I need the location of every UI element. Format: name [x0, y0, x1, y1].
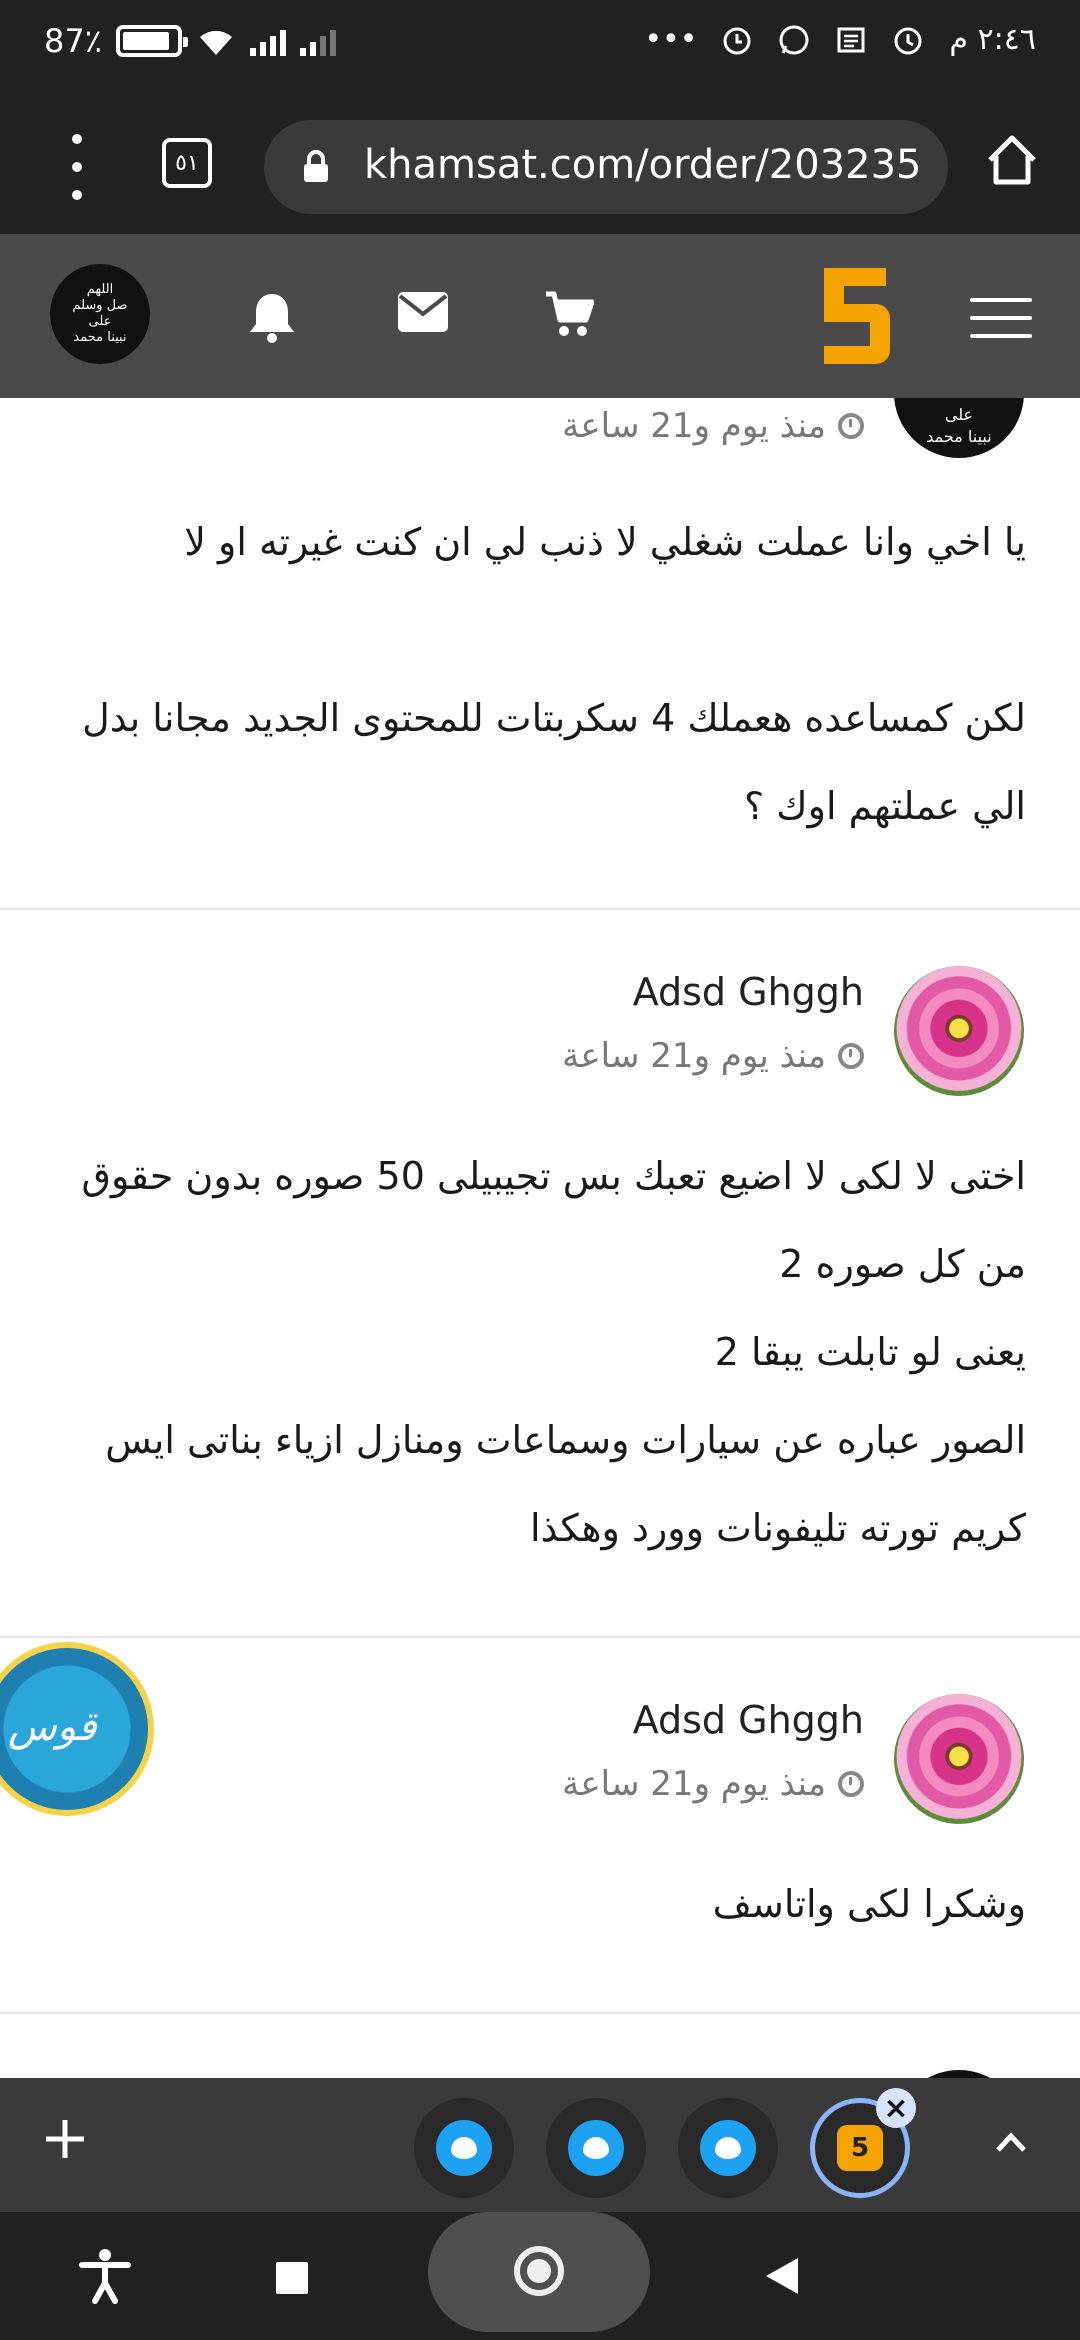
- alarm-icon: [723, 27, 751, 54]
- comment-line: من كل صوره 2: [779, 1242, 1026, 1286]
- new-tab-icon[interactable]: [44, 2118, 86, 2160]
- khamsat-logo-icon[interactable]: [818, 264, 892, 366]
- hamburger-menu-icon[interactable]: [970, 298, 1032, 338]
- comment-time-text: منذ يوم و21 ساعة: [562, 1764, 826, 1804]
- bottom-tab-strip: 5: [0, 2078, 1080, 2212]
- comment-item: Adsd Ghggh منذ يوم و21 ساعة وشكرا لكى وا…: [0, 1640, 1080, 2014]
- system-nav-bar: [0, 2212, 1080, 2340]
- avatar-line: نبينا محمد: [926, 427, 992, 446]
- battery-icon: [115, 25, 188, 57]
- home-circle-icon: [514, 2246, 564, 2296]
- clock-icon: [838, 1043, 864, 1069]
- alarm-clock-icon: [894, 27, 922, 54]
- comment-time: منذ يوم و21 ساعة: [562, 1764, 864, 1804]
- site-header: اللهم صل وسلم على نبينا محمد: [0, 234, 1080, 398]
- avatar-line: صل وسلم: [72, 298, 128, 313]
- recents-button[interactable]: [276, 2262, 308, 2294]
- status-bar: 87٪ ••• ٢:٤٦ م: [0, 0, 1080, 100]
- cart-icon[interactable]: [544, 290, 594, 338]
- comment-line: يعنى لو تابلت يبقا 2: [714, 1330, 1026, 1374]
- comment-line: اختى لا لكى لا اضيع تعبك بس تجيبيلى 50 ص…: [81, 1154, 1026, 1198]
- comment-time: منذ يوم و21 ساعة: [562, 1036, 864, 1076]
- close-tab-button[interactable]: ×: [876, 2088, 916, 2128]
- mail-icon[interactable]: [396, 290, 450, 334]
- comment-avatar[interactable]: [894, 1694, 1024, 1824]
- comment-time: منذ يوم و21 ساعة: [562, 406, 864, 446]
- status-left: 87٪: [44, 22, 336, 60]
- clock-time: ٢:٤٦ م: [949, 22, 1036, 57]
- tab-twitter[interactable]: [414, 2098, 514, 2198]
- next-comment-avatar: [894, 2070, 1024, 2078]
- back-button[interactable]: [766, 2258, 798, 2294]
- comment-line: يا اخي وانا عملت شغلي لا ذنب لي ان كنت غ…: [184, 520, 1026, 564]
- comment-line: الصور عباره عن سيارات وسماعات ومنازل ازي…: [105, 1418, 1026, 1462]
- comment-avatar[interactable]: على نبينا محمد: [894, 398, 1024, 458]
- avatar-line: نبينا محمد: [73, 330, 127, 345]
- comments-list: على نبينا محمد منذ يوم و21 ساعة يا اخي و…: [0, 398, 1080, 2078]
- browser-toolbar: ٥١ khamsat.com/order/203235: [0, 100, 1080, 234]
- comment-author[interactable]: Adsd Ghggh: [633, 1698, 864, 1742]
- home-button[interactable]: [428, 2212, 650, 2332]
- comment-body: اختى لا لكى لا اضيع تعبك بس تجيبيلى 50 ص…: [60, 1132, 1026, 1572]
- avatar-line: على: [88, 314, 112, 329]
- comment-item: Adsd Ghggh منذ يوم و21 ساعة اختى لا لكى …: [0, 912, 1080, 1638]
- signal-icon-secondary: [299, 26, 336, 56]
- user-avatar[interactable]: اللهم صل وسلم على نبينا محمد: [50, 264, 150, 364]
- avatar-line: على: [944, 405, 974, 424]
- comment-line: وشكرا لكى واتاسف: [712, 1882, 1026, 1926]
- avatar-line: اللهم: [86, 282, 114, 297]
- comment-body: يا اخي وانا عملت شغلي لا ذنب لي ان كنت غ…: [60, 498, 1026, 850]
- lock-icon: [304, 150, 328, 182]
- tab-switcher-button[interactable]: ٥١: [162, 138, 212, 188]
- clock-icon: [838, 1771, 864, 1797]
- comment-item: على نبينا محمد منذ يوم و21 ساعة يا اخي و…: [0, 398, 1080, 910]
- status-right: ••• ٢:٤٦ م: [644, 22, 1036, 57]
- home-icon[interactable]: [982, 130, 1042, 190]
- url-text: khamsat.com/order/203235: [364, 142, 922, 188]
- twitter-icon: [700, 2120, 756, 2176]
- twitter-icon: [568, 2120, 624, 2176]
- accessibility-icon[interactable]: [78, 2248, 132, 2304]
- wifi-icon: [199, 30, 232, 55]
- tab-twitter[interactable]: [678, 2098, 778, 2198]
- comment-time-text: منذ يوم و21 ساعة: [562, 1036, 826, 1076]
- browser-menu-icon[interactable]: [62, 134, 92, 200]
- comment-line: [60, 586, 1026, 674]
- bell-icon[interactable]: [246, 290, 298, 344]
- comment-avatar[interactable]: [894, 966, 1024, 1096]
- whatsapp-icon: [779, 25, 809, 54]
- twitter-icon: [436, 2120, 492, 2176]
- more-notifications-icon: •••: [644, 22, 698, 57]
- comment-author[interactable]: Adsd Ghggh: [633, 970, 864, 1014]
- signal-icon: [249, 26, 286, 56]
- comment-body: وشكرا لكى واتاسف: [60, 1860, 1026, 1948]
- clock-icon: [838, 413, 864, 439]
- address-bar[interactable]: khamsat.com/order/203235: [264, 120, 948, 214]
- battery-percent: 87٪: [44, 22, 102, 60]
- khamsat-tab-icon: 5: [837, 2125, 883, 2171]
- tab-twitter[interactable]: [546, 2098, 646, 2198]
- comment-line: لكن كمساعده هعملك 4 سكربتات للمحتوى الجد…: [82, 696, 1026, 740]
- comment-line: كريم تورته تليفونات وورد وهكذا: [529, 1506, 1026, 1550]
- chevron-up-icon[interactable]: [994, 2126, 1028, 2160]
- news-icon: [837, 27, 865, 52]
- comment-line: الي عملتهم اوك ؟: [744, 784, 1026, 828]
- chat-head-label: قوس: [8, 1704, 97, 1750]
- comment-time-text: منذ يوم و21 ساعة: [562, 406, 826, 446]
